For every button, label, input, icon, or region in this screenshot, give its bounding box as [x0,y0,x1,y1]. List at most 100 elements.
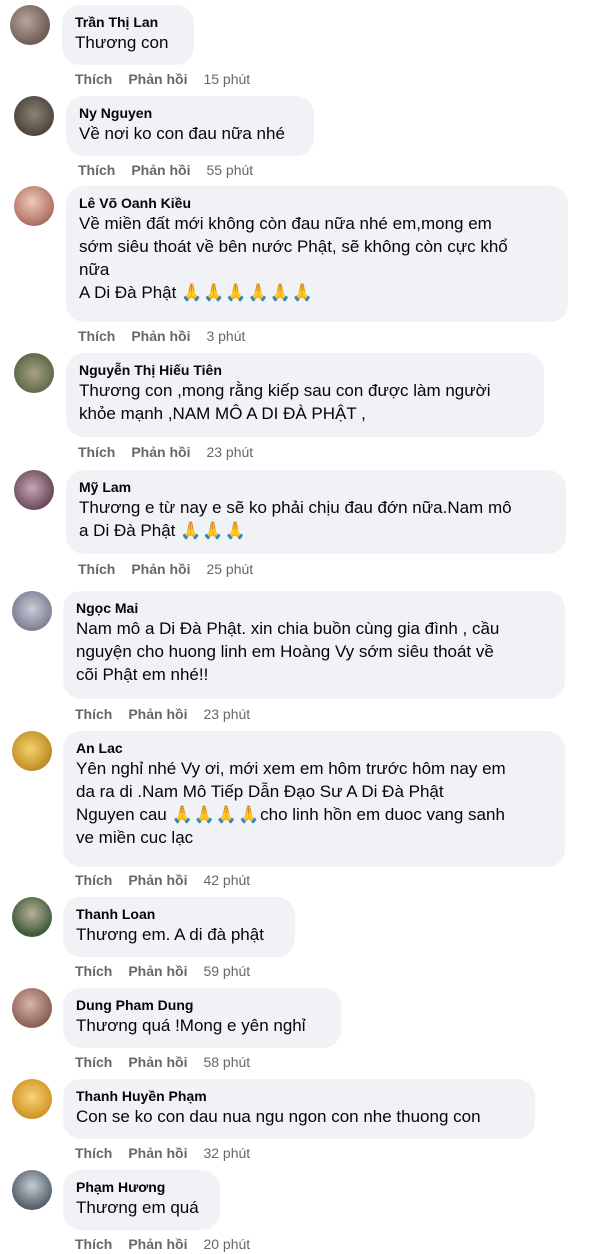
avatar[interactable] [14,186,54,226]
reply-button[interactable]: Phản hồi [131,561,190,577]
comment-author[interactable]: Dung Pham Dung [76,996,329,1014]
avatar[interactable] [12,731,52,771]
reply-button[interactable]: Phản hồi [128,1054,187,1070]
comment-author[interactable]: Lê Võ Oanh Kiều [79,194,556,212]
comment-text-segment: cho linh hồn em duoc vang sanh [260,805,505,824]
comment-text: Thương con [75,31,182,54]
reply-button[interactable]: Phản hồi [131,162,190,178]
comment-author[interactable]: Ny Nguyen [79,104,302,122]
reply-button[interactable]: Phản hồi [128,872,187,888]
like-button[interactable]: Thích [75,706,112,722]
comment-text-line: ve miền cuc lạc [76,828,194,847]
comment-text: Thương e từ nay e sẽ ko phải chịu đau đớ… [79,496,554,542]
like-button[interactable]: Thích [78,561,115,577]
comment-author[interactable]: Thanh Huyền Phạm [76,1087,523,1105]
comment-text-line: Về miền đất mới không còn đau nữa nhé em… [79,214,492,233]
comment-text: Con se ko con dau nua ngu ngon con nhe t… [76,1105,523,1128]
comment-actions: Thích Phản hồi 20 phút [75,1235,250,1253]
like-button[interactable]: Thích [75,963,112,979]
comment-text-segment: a Di Đà Phật [79,521,181,540]
like-button[interactable]: Thích [75,1054,112,1070]
comment-time[interactable]: 20 phút [203,1236,250,1252]
avatar[interactable] [14,96,54,136]
comment-bubble: Thanh Huyền Phạm Con se ko con dau nua n… [63,1079,535,1139]
like-button[interactable]: Thích [78,444,115,460]
comment-time[interactable]: 15 phút [203,71,250,87]
comment-text-segment: Nguyen cau [76,805,172,824]
comment-actions: Thích Phản hồi 23 phút [78,443,253,461]
reply-button[interactable]: Phản hồi [131,328,190,344]
like-button[interactable]: Thích [75,71,112,87]
comment-bubble: Lê Võ Oanh Kiều Về miền đất mới không cò… [66,186,568,322]
comment-time[interactable]: 25 phút [206,561,253,577]
avatar[interactable] [12,988,52,1028]
reply-button[interactable]: Phản hồi [128,1145,187,1161]
comment-actions: Thích Phản hồi 42 phút [75,871,250,889]
comment-text-line: Thương con [75,33,169,52]
comment-author[interactable]: Mỹ Lam [79,478,554,496]
reply-button[interactable]: Phản hồi [128,706,187,722]
comment-time[interactable]: 58 phút [203,1054,250,1070]
comment-time[interactable]: 59 phút [203,963,250,979]
avatar[interactable] [12,591,52,631]
avatar[interactable] [14,353,54,393]
comment-time[interactable]: 42 phút [203,872,250,888]
comment-text: Thương em quá [76,1196,208,1219]
comment-actions: Thích Phản hồi 59 phút [75,962,250,980]
comment-time[interactable]: 23 phút [206,444,253,460]
comment-text-line: Thương em. A di đà phật [76,925,264,944]
avatar[interactable] [12,1079,52,1119]
comment-text-line: nguyện cho huong linh em Hoàng Vy sớm si… [76,642,494,661]
comment-text-line: Về nơi ko con đau nữa nhé [79,124,285,143]
comment-text-line: khỏe mạnh ,NAM MÔ A DI ĐÀ PHẬT , [79,404,366,423]
comment-time[interactable]: 23 phút [203,706,250,722]
comment-bubble: Mỹ Lam Thương e từ nay e sẽ ko phải chịu… [66,470,566,554]
avatar[interactable] [10,5,50,45]
comment-text-line: A Di Đà Phật 🙏🙏🙏🙏🙏🙏 [79,281,556,304]
like-button[interactable]: Thích [78,328,115,344]
comment-author[interactable]: Ngọc Mai [76,599,553,617]
comment-bubble: Nguyễn Thị Hiếu Tiên Thương con ,mong rằ… [66,353,544,437]
comment-time[interactable]: 55 phút [206,162,253,178]
reply-button[interactable]: Phản hồi [128,963,187,979]
like-button[interactable]: Thích [75,872,112,888]
avatar[interactable] [12,897,52,937]
comment-actions: Thích Phản hồi 25 phút [78,560,253,578]
comment-text-line: da ra di .Nam Mô Tiếp Dẫn Đạo Sư A Di Đà… [76,782,444,801]
folded-hands-icon: 🙏🙏🙏🙏🙏🙏 [181,283,315,302]
comment-bubble: An Lac Yên nghỉ nhé Vy ơi, mới xem em hô… [63,731,565,867]
reply-button[interactable]: Phản hồi [128,71,187,87]
comment-text-segment: A Di Đà Phật [79,283,182,302]
avatar[interactable] [12,1170,52,1210]
comment-time[interactable]: 3 phút [206,328,245,344]
comment-text-line: sớm siêu thoát về bên nước Phật, sẽ khôn… [79,237,508,256]
comment-text: Thương con ,mong rằng kiếp sau con được … [79,379,532,425]
comment-bubble: Ny Nguyen Về nơi ko con đau nữa nhé [66,96,314,156]
comment-author[interactable]: Trần Thị Lan [75,13,182,31]
like-button[interactable]: Thích [78,162,115,178]
reply-button[interactable]: Phản hồi [128,1236,187,1252]
comment-bubble: Trần Thị Lan Thương con [62,5,194,65]
comment-text: Yên nghỉ nhé Vy ơi, mới xem em hôm trước… [76,757,553,849]
comment-author[interactable]: Phạm Hương [76,1178,208,1196]
comment-text: Thương quá !Mong e yên nghỉ [76,1014,329,1037]
comment-author[interactable]: An Lac [76,739,553,757]
like-button[interactable]: Thích [75,1145,112,1161]
comment-text: Về nơi ko con đau nữa nhé [79,122,302,145]
comment-text-line: nữa [79,260,110,279]
comment-text-line: Thương e từ nay e sẽ ko phải chịu đau đớ… [79,498,512,517]
folded-hands-icon: 🙏🙏🙏🙏 [171,805,261,824]
comment-text-line: Con se ko con dau nua ngu ngon con nhe t… [76,1107,481,1126]
comment-author[interactable]: Thanh Loan [76,905,283,923]
comment-text-line: Nam mô a Di Đà Phật. xin chia buồn cùng … [76,619,500,638]
comment-bubble: Ngọc Mai Nam mô a Di Đà Phật. xin chia b… [63,591,565,699]
comment-text-line: Nguyen cau 🙏🙏🙏🙏cho linh hồn em duoc vang… [76,803,553,826]
comment-text: Thương em. A di đà phật [76,923,283,946]
like-button[interactable]: Thích [75,1236,112,1252]
reply-button[interactable]: Phản hồi [131,444,190,460]
avatar[interactable] [14,470,54,510]
comment-author[interactable]: Nguyễn Thị Hiếu Tiên [79,361,532,379]
comment-time[interactable]: 32 phút [203,1145,250,1161]
comment-actions: Thích Phản hồi 3 phút [78,327,245,345]
comment-text-line: Thương quá !Mong e yên nghỉ [76,1016,306,1035]
